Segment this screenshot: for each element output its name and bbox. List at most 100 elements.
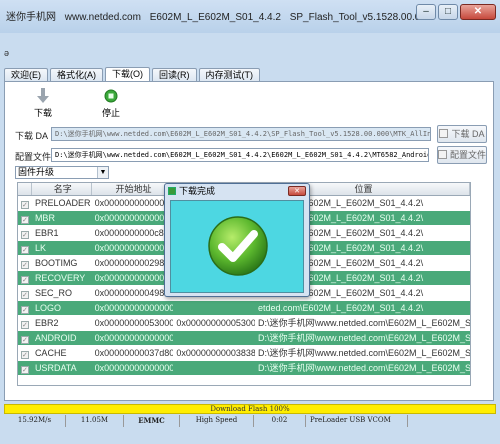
row-checkbox[interactable]: ✓ [18,271,32,285]
row-checkbox[interactable]: ✓ [18,301,32,315]
row-start-address: 0x0000000000c80000 [94,228,174,238]
mode-select-value: 固件升级 [18,167,55,177]
tab-readback[interactable]: 回读(R) [152,68,197,81]
close-button[interactable]: ✕ [460,4,496,20]
row-start-address: 0x0000000002980000 [94,258,174,268]
chevron-down-icon: ▼ [97,167,108,178]
row-name: LOGO [34,303,61,313]
checkbox-icon[interactable]: ✓ [20,216,29,224]
checkbox-icon[interactable]: ✓ [20,306,29,314]
checkbox-icon[interactable]: ✓ [20,336,29,344]
checkbox-icon[interactable]: ✓ [20,321,29,329]
tab-welcome[interactable]: 欢迎(E) [4,68,48,81]
row-location: D:\迷你手机网\www.netded.com\E602M_L_E602M_S0… [257,318,470,328]
header-start-address: 开始地址 [92,183,174,195]
row-checkbox[interactable]: ✓ [18,331,32,345]
download-complete-dialog: 下载完成 ✕ [164,183,310,297]
row-start-address: 0x0000000000000000 [94,303,174,313]
status-speed: 15.92M/s [4,415,66,427]
checkbox-icon[interactable]: ✓ [20,351,29,359]
download-agent-path[interactable]: D:\迷你手机网\www.netded.com\E602M_L_E602M_S0… [51,127,431,141]
tab-download[interactable]: 下载(O) [105,67,150,81]
row-name: BOOTIMG [34,258,78,268]
row-checkbox[interactable]: ✓ [18,256,32,270]
dialog-body [170,200,304,293]
title-part: SP_Flash_Tool_v5.1528.00.000 [289,12,432,23]
scatter-button[interactable]: 配置文件 [437,146,487,164]
maximize-button[interactable]: □ [438,4,458,20]
row-end-address: 0x000000000038386093 [176,348,255,358]
download-button-label: 下载 [33,108,52,118]
header-checkbox [18,183,32,195]
row-name: LK [34,243,46,253]
checkbox-icon[interactable]: ✓ [20,231,29,239]
row-checkbox[interactable]: ✓ [18,316,32,330]
row-name: MBR [34,213,55,223]
row-checkbox[interactable]: ✓ [18,211,32,225]
row-start-address: 0x0000000004980000 [94,288,174,298]
row-location: D:\迷你手机网\www.netded.com\E602M_L_E602M_S0… [257,333,470,343]
table-row[interactable]: ✓ EBR2 0x00000000053000000x000000000053001… [18,316,470,331]
row-location: etded.com\E602M_L_E602M_S01_4.4.2\ [257,303,424,313]
row-checkbox[interactable]: ✓ [18,241,32,255]
download-agent-button[interactable]: 下载 DA [437,125,487,143]
row-location: D:\迷你手机网\www.netded.com\E602M_L_E602M_S0… [257,363,470,373]
row-name: PRELOADER [34,198,91,208]
window-titlebar: 迷你手机网 www.netded.com E602M_L_E602M_S01_4… [0,0,500,33]
file-icon [439,129,449,138]
status-usb-speed: High Speed [180,415,254,427]
download-agent-button-label: 下载 DA [451,129,485,139]
row-checkbox[interactable]: ✓ [18,226,32,240]
title-part: 迷你手机网 [6,12,56,23]
window-title: 迷你手机网 www.netded.com E602M_L_E602M_S01_4… [6,8,438,23]
dialog-close-button[interactable]: ✕ [288,186,306,196]
scatter-path[interactable]: D:\迷你手机网\www.netded.com\E602M_L_E602M_S0… [51,148,429,162]
row-name: SEC_RO [34,288,72,298]
minimize-button[interactable]: – [416,4,436,20]
stop-icon [104,89,118,103]
checkbox-icon[interactable]: ✓ [20,366,29,374]
row-name: CACHE [34,348,67,358]
scatter-label: 配置文件 [15,152,52,162]
table-row[interactable]: ✓ ANDROID 0x0000000000000000 D:\迷你手机网\www.n… [18,331,470,346]
row-start-address: 0x0000000000000000 [94,363,174,373]
checkbox-icon[interactable]: ✓ [20,201,29,209]
row-end-address [173,331,255,345]
app-icon [168,187,176,195]
menu-bar[interactable]: ǝ [4,48,9,58]
table-row[interactable]: ✓ LOGO 0x0000000000000000 etded.com\E602M_L… [18,301,470,316]
download-arrow-icon [37,88,49,103]
dialog-titlebar: 下载完成 ✕ [165,184,309,198]
mode-select[interactable]: 固件升级 ▼ [15,166,109,179]
row-checkbox[interactable]: ✓ [18,346,32,360]
row-checkbox[interactable]: ✓ [18,361,32,375]
row-location: D:\迷你手机网\www.netded.com\E602M_L_E602M_S0… [257,348,470,358]
tab-format[interactable]: 格式化(A) [50,68,103,81]
scatter-button-label: 配置文件 [450,150,487,160]
row-name: ANDROID [34,333,77,343]
checkbox-icon[interactable]: ✓ [20,291,29,299]
row-start-address: 0x0000000000000000 [94,273,174,283]
row-name: USRDATA [34,363,77,373]
status-time: 0:02 [254,415,306,427]
row-end-address: 0x000000000053001ff [176,318,255,328]
checkbox-icon[interactable]: ✓ [20,261,29,269]
status-port: PreLoader USB VCOM [306,415,408,427]
row-checkbox[interactable]: ✓ [18,286,32,300]
checkbox-icon[interactable]: ✓ [20,276,29,284]
stop-button[interactable]: 停止 [91,88,131,119]
row-name: EBR1 [34,228,59,238]
title-part: www.netded.com [64,12,141,23]
row-checkbox[interactable]: ✓ [18,196,32,210]
table-row[interactable]: ✓ CACHE 0x00000000037d800000x0000000000383… [18,346,470,361]
checkbox-icon[interactable]: ✓ [20,246,29,254]
download-button[interactable]: 下载 [23,88,63,119]
dialog-title: 下载完成 [179,186,216,196]
tab-memory-test[interactable]: 内存测试(T) [198,68,260,81]
row-start-address: 0x0000000000000000 [94,243,174,253]
row-start-address: 0x0000000000000000 [94,213,174,223]
status-spacer [408,415,496,427]
row-end-address [173,301,255,315]
title-part: E602M_L_E602M_S01_4.4.2 [149,12,281,23]
table-row[interactable]: ✓ USRDATA 0x0000000000000000 D:\迷你手机网\www.n… [18,361,470,376]
